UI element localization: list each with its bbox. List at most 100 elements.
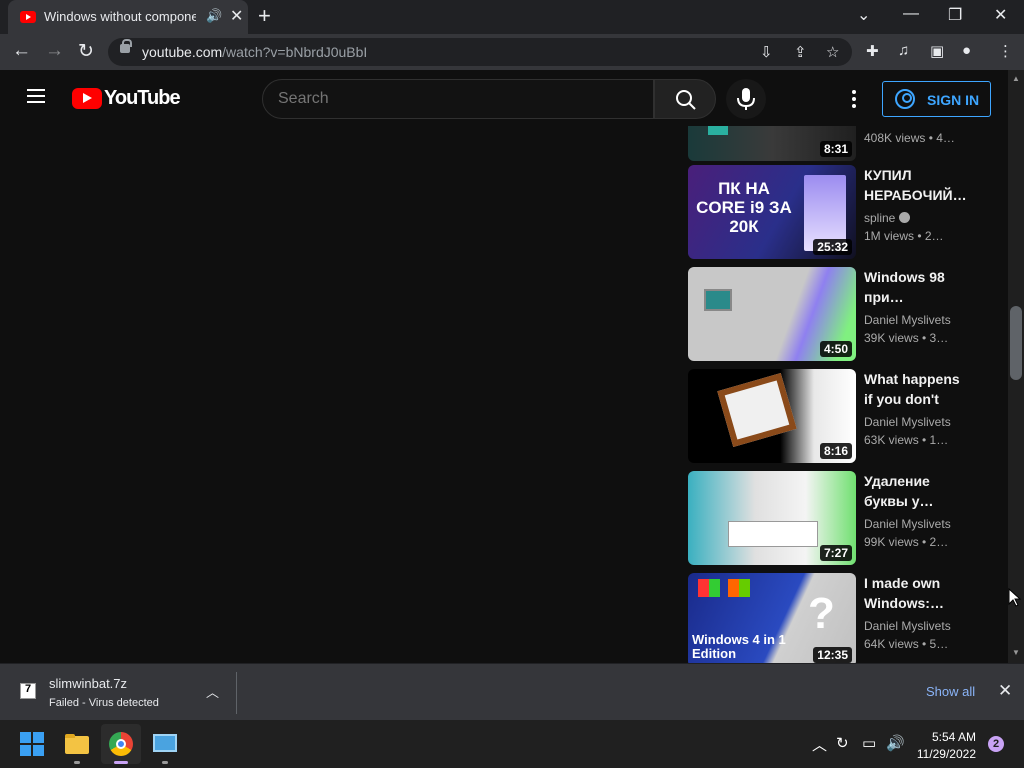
video-title[interactable]: КУПИЛ НЕРАБОЧИЙ… [864,165,968,205]
tab-close-icon[interactable]: ✕ [230,6,243,26]
settings-kebab-icon[interactable] [852,90,856,108]
video-meta: 408K views • 4… [864,131,955,145]
search-input[interactable] [262,79,654,119]
scroll-down-arrow-icon[interactable]: ▼ [1012,648,1020,657]
video-duration: 8:16 [819,443,852,459]
video-thumbnail[interactable]: 8:31 [688,126,856,161]
thumbnail-text: Windows 4 in 1 Edition [692,632,786,661]
video-thumbnail[interactable]: 7:27 [688,471,856,565]
youtube-favicon-icon [20,11,36,23]
video-item[interactable]: ПК НА CORE i9 ЗА 20К 25:32 КУПИЛ НЕРАБОЧ… [688,165,998,259]
search-icon [676,90,696,110]
video-item[interactable]: 7:27 Удаление буквы у… Daniel Myslivets … [688,471,998,565]
microphone-icon [737,88,755,110]
tab-search-icon[interactable]: ⌄ [857,5,870,25]
tab-title: Windows without components [44,9,196,24]
video-duration: 8:31 [819,141,852,157]
thumbnail-text: ПК НА CORE i9 ЗА 20К [696,179,792,236]
video-title[interactable]: Удаление буквы у… [864,471,968,511]
hamburger-menu-icon[interactable] [27,89,45,103]
show-all-downloads-link[interactable]: Show all [926,684,975,699]
video-title[interactable]: Windows 98 при… [864,267,968,307]
windows-flag-icon [728,579,750,597]
browser-tab[interactable]: Windows without components 🔊 ✕ [8,0,248,34]
video-meta: 1M views • 2… [864,229,944,243]
video-meta: 63K views • 1… [864,433,949,447]
archive-file-icon [20,683,36,699]
video-item[interactable]: 8:31 408K views • 4… [688,126,998,161]
video-channel[interactable]: spline [864,211,911,225]
divider [236,672,237,714]
youtube-logo-icon[interactable] [72,88,102,109]
chrome-menu-icon[interactable]: ⋮ [998,42,1013,60]
network-icon[interactable]: ▭ [862,734,876,752]
profile-icon[interactable]: ● [962,42,971,59]
video-item[interactable]: ? Windows 4 in 1 Edition 12:35 I made ow… [688,573,998,663]
chevron-up-icon[interactable]: ︿ [812,734,827,755]
notification-badge[interactable]: 2 [988,736,1004,752]
download-shelf: slimwinbat.7z Failed - Virus detected ︿ … [0,663,1024,720]
windows-logo-image [704,289,732,311]
restore-button[interactable]: ❐ [948,5,962,25]
video-item[interactable]: 8:16 What happens if you don't ful… Dani… [688,369,998,463]
url-path: /watch?v=bNbrdJ0uBbI [222,44,368,60]
new-tab-button[interactable]: + [258,4,271,28]
video-meta: 99K views • 2… [864,535,949,549]
address-bar[interactable]: youtube.com/watch?v=bNbrdJ0uBbI ⇩ ⇪ ☆ [108,38,852,66]
sign-in-label: SIGN IN [927,92,980,108]
close-download-shelf-icon[interactable]: ✕ [998,681,1012,701]
clock-date[interactable]: 11/29/2022 [910,747,976,761]
side-panel-icon[interactable]: ▣ [930,42,944,60]
volume-icon[interactable]: 🔊 [886,734,905,752]
minimize-button[interactable]: — [903,5,919,23]
mouse-cursor-icon [1008,588,1022,607]
reload-button[interactable]: ↻ [78,40,94,63]
youtube-header: YouTube SIGN IN [0,70,1008,126]
audio-playing-icon[interactable]: 🔊 [206,8,222,24]
control-panel-icon[interactable] [153,732,177,756]
video-thumbnail[interactable]: 8:16 [688,369,856,463]
share-icon[interactable]: ⇪ [794,43,807,61]
file-explorer-icon[interactable] [65,732,89,756]
video-item[interactable]: 4:50 Windows 98 при… Daniel Myslivets 39… [688,267,998,361]
channel-name: spline [864,211,896,225]
lock-icon[interactable] [120,39,132,53]
clock-time[interactable]: 5:54 AM [920,730,976,744]
media-control-icon[interactable]: ♫ [898,42,909,59]
install-app-icon[interactable]: ⇩ [760,43,773,61]
video-title[interactable]: I made own Windows:… [864,573,968,613]
chrome-icon[interactable] [109,732,133,756]
video-title[interactable]: What happens if you don't ful… [864,369,968,409]
bookmark-star-icon[interactable]: ☆ [826,43,839,61]
download-status: Failed - Virus detected [49,697,159,709]
video-thumbnail[interactable]: ПК НА CORE i9 ЗА 20К 25:32 [688,165,856,259]
video-duration: 12:35 [813,647,852,663]
video-channel[interactable]: Daniel Myslivets [864,313,951,327]
back-button[interactable]: ← [12,40,31,62]
video-duration: 4:50 [819,341,852,357]
recommended-videos: 8:31 408K views • 4… ПК НА CORE i9 ЗА 20… [0,126,1008,663]
video-channel[interactable]: Daniel Myslivets [864,517,951,531]
framed-windows-image [717,373,797,447]
search-button[interactable] [654,79,716,119]
video-channel[interactable]: Daniel Myslivets [864,415,951,429]
scroll-thumb[interactable] [1010,306,1022,380]
url-host: youtube.com [142,44,223,60]
start-windows-icon[interactable] [20,732,44,756]
chevron-up-icon[interactable]: ︿ [206,682,219,701]
forward-button[interactable]: → [45,40,64,62]
close-window-button[interactable]: ✕ [994,5,1007,25]
youtube-logo-text[interactable]: YouTube [104,87,181,110]
windows-update-icon[interactable]: ↻ [836,734,849,752]
browser-toolbar: ← → ↻ youtube.com/watch?v=bNbrdJ0uBbI ⇩ … [0,34,1024,70]
page-scrollbar[interactable]: ▲ ▼ [1008,70,1024,663]
video-channel[interactable]: Daniel Myslivets [864,619,951,633]
scroll-up-arrow-icon[interactable]: ▲ [1012,74,1020,83]
video-thumbnail[interactable]: ? Windows 4 in 1 Edition 12:35 [688,573,856,663]
download-file-name[interactable]: slimwinbat.7z [49,676,127,691]
sign-in-button[interactable]: SIGN IN [882,81,991,117]
video-meta: 64K views • 5… [864,637,949,651]
voice-search-button[interactable] [726,79,766,119]
video-thumbnail[interactable]: 4:50 [688,267,856,361]
extensions-icon[interactable]: ✚ [866,42,879,60]
